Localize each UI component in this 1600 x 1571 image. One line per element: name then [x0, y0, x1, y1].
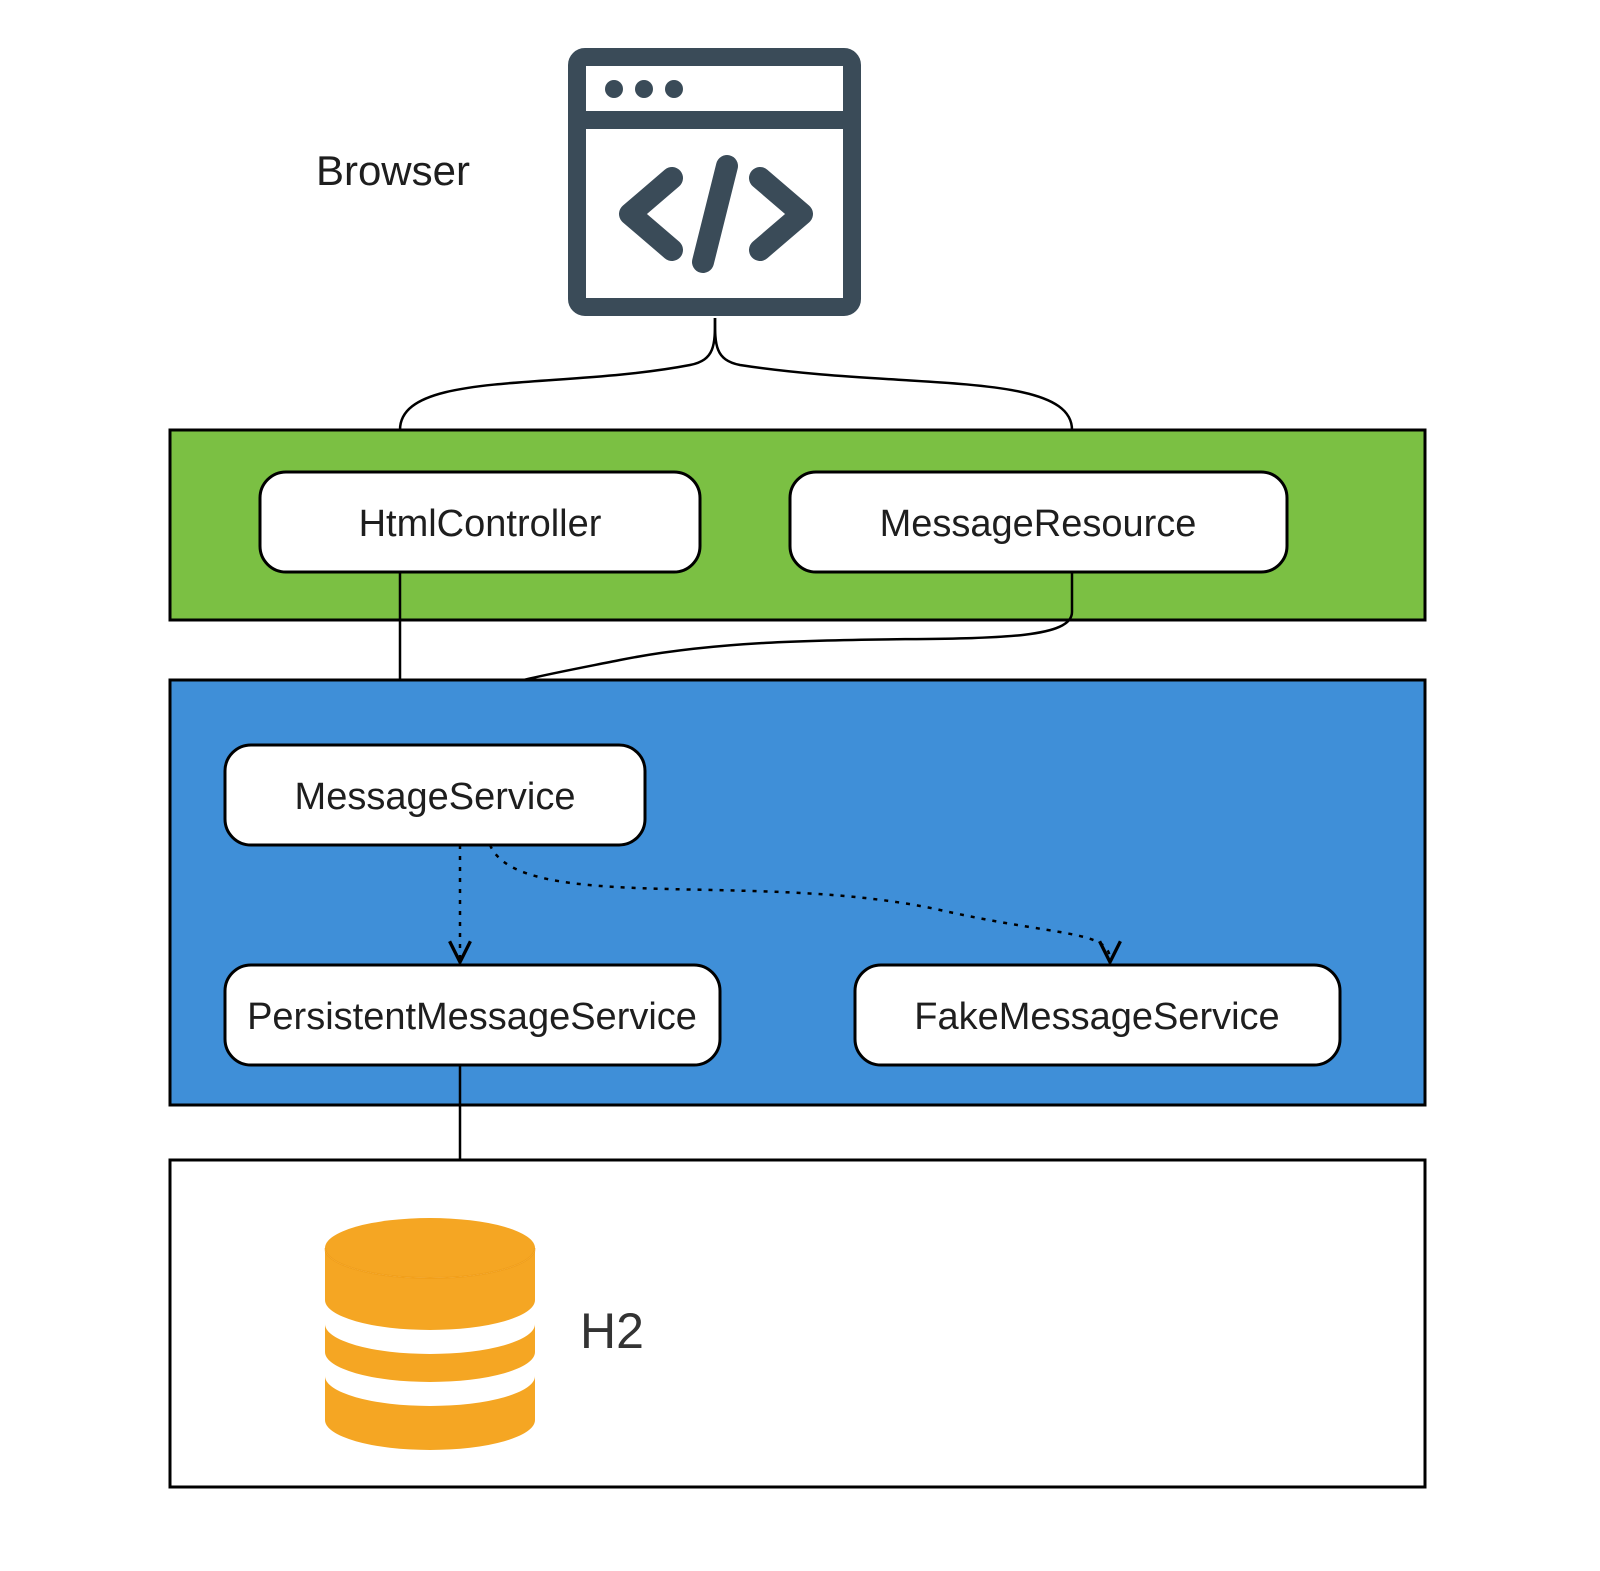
browser-code-icon	[577, 57, 852, 307]
browser-label: Browser	[316, 147, 470, 194]
label-message-service: MessageService	[295, 776, 576, 818]
label-html-controller: HtmlController	[359, 503, 602, 545]
box-message-service: MessageService	[225, 745, 645, 845]
database-icon	[325, 1218, 535, 1450]
box-html-controller: HtmlController	[260, 472, 700, 572]
label-fake-message-service: FakeMessageService	[914, 996, 1279, 1038]
box-message-resource: MessageResource	[790, 472, 1287, 572]
box-fake-message-service: FakeMessageService	[855, 965, 1340, 1065]
box-persistent-message-service: PersistentMessageService	[225, 965, 720, 1065]
label-persistent-message-service: PersistentMessageService	[247, 996, 697, 1038]
label-message-resource: MessageResource	[880, 503, 1197, 545]
db-label: H2	[580, 1303, 644, 1359]
architecture-diagram: Browser HtmlController MessageResource M…	[0, 0, 1600, 1571]
